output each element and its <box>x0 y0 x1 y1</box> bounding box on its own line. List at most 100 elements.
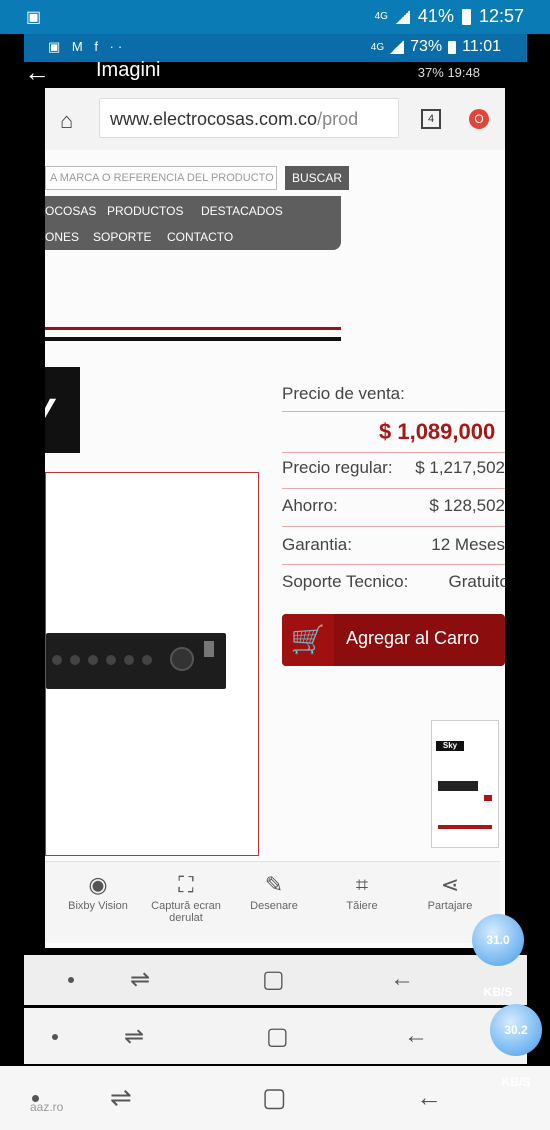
cap-label: Desenare <box>250 900 298 912</box>
home-icon[interactable]: ⌂ <box>60 108 73 134</box>
row-value: $ 128,502 <box>429 496 505 515</box>
nav-item-contacto[interactable]: CONTACTO <box>167 230 233 244</box>
network-speed-bubble[interactable]: 31.0 KB/S <box>472 914 524 999</box>
amplifier-image <box>46 633 226 689</box>
battery-percent: 41% <box>417 6 454 26</box>
outer-status-bar: ▣ 4G 41% 12:57 <box>0 0 550 34</box>
row-value: $ 1,217,502 <box>415 458 505 477</box>
divider <box>282 526 505 527</box>
draw-button[interactable]: ✎ Desenare <box>235 872 313 912</box>
home-button-icon[interactable]: ▢ <box>262 965 285 994</box>
sale-price-label: Precio de venta: <box>282 384 405 403</box>
cap-label: Tăiere <box>346 900 378 912</box>
screenshot-image: ⌂ www.electrocosas.com.co/prod 4 O A MAR… <box>45 88 505 948</box>
nav-item-productos[interactable]: PRODUCTOS <box>107 204 183 218</box>
network-type: 4G <box>370 41 385 53</box>
bixby-vision-button[interactable]: ◉ Bixby Vision <box>59 872 137 912</box>
home-button-icon[interactable]: ▢ <box>262 1082 287 1113</box>
row-label: Soporte Tecnico: <box>282 572 409 591</box>
row-label: Garantia: <box>282 535 352 554</box>
knob <box>88 655 98 665</box>
eye-icon: ◉ <box>88 872 108 897</box>
signal-icon <box>395 9 410 24</box>
navigation-bar-inner: ⇌ ▢ ← <box>24 955 527 1005</box>
divider-black <box>45 337 341 341</box>
thumb-line <box>438 825 492 829</box>
regular-price-row: Precio regular: $ 1,217,502 <box>282 458 505 482</box>
thumb-product <box>438 781 478 791</box>
home-button-icon[interactable]: ▢ <box>266 1022 289 1051</box>
divider <box>282 564 505 565</box>
savings-row: Ahorro: $ 128,502 <box>282 496 505 520</box>
address-bar[interactable]: www.electrocosas.com.co/prod <box>99 98 399 138</box>
add-to-cart-label: Agregar al Carro <box>346 628 480 648</box>
battery-icon <box>448 40 457 54</box>
navigation-bar-outer: ⇌ ▢ ← <box>0 1066 550 1130</box>
recent-apps-icon[interactable]: ⇌ <box>124 1022 144 1051</box>
cap-label: Partajare <box>427 900 473 912</box>
dot-icon <box>52 1034 58 1040</box>
network-type: 4G <box>374 11 388 22</box>
page-thumbnail[interactable]: Sky <box>431 720 499 848</box>
browser-menu-icon[interactable]: O <box>469 109 489 129</box>
knob <box>142 655 152 665</box>
share-icon: ⋖ <box>440 872 460 897</box>
nav-item-soporte[interactable]: SOPORTE <box>93 230 151 244</box>
clock: 12:57 <box>478 6 524 26</box>
site-nav: OCOSAS PRODUCTOS DESTACADOS ONES SOPORTE… <box>45 196 341 250</box>
recent-apps-icon[interactable]: ⇌ <box>110 1082 132 1113</box>
network-speed-bubble[interactable]: 30.2 KB/S <box>490 1004 542 1089</box>
divider <box>282 488 505 489</box>
back-arrow-icon[interactable]: ← <box>24 57 50 88</box>
notification-icons: ▣ M f ·· <box>48 39 127 54</box>
app-title: Imagini <box>96 59 161 81</box>
tabs-count-icon[interactable]: 4 <box>421 109 441 129</box>
row-value: 12 Meses <box>431 535 505 554</box>
url-path: /prod <box>317 109 359 129</box>
brand-logo: y <box>45 367 80 453</box>
crop-button[interactable]: ⌗ Tăiere <box>323 872 401 912</box>
back-icon[interactable]: ← <box>416 1082 442 1113</box>
battery-icon <box>461 8 471 25</box>
knob <box>106 655 116 665</box>
search-input[interactable]: A MARCA O REFERENCIA DEL PRODUCTO <box>45 166 277 190</box>
watermark: aaz.ro <box>30 1100 64 1114</box>
thumb-logo: Sky <box>436 741 464 751</box>
scroll-capture-icon: ⛶ <box>178 872 194 897</box>
gallery-app-bar: ← Imagini 37% 19:48 <box>0 55 550 87</box>
back-icon[interactable]: ← <box>390 965 414 993</box>
knob <box>124 655 134 665</box>
nav-item-ocosas[interactable]: OCOSAS <box>45 204 96 218</box>
support-row: Soporte Tecnico: Gratuito <box>282 572 505 596</box>
amp-display <box>204 641 214 657</box>
crop-icon: ⌗ <box>355 872 369 897</box>
knob <box>52 655 62 665</box>
divider <box>282 452 505 453</box>
sale-price-value: $ 1,089,000 <box>379 419 496 444</box>
share-button[interactable]: ⋖ Partajare <box>411 872 489 912</box>
product-image[interactable] <box>45 472 259 856</box>
search-button[interactable]: BUSCAR <box>285 166 349 190</box>
url-host: www.electrocosas.com.co <box>110 109 318 129</box>
row-label: Precio regular: <box>282 458 393 477</box>
clock: 19:48 <box>447 65 480 80</box>
scroll-capture-button[interactable]: ⛶ Captură ecran derulat <box>147 872 225 924</box>
nav-item-ones[interactable]: ONES <box>45 230 79 244</box>
thumb-button <box>484 795 492 801</box>
divider-red <box>45 327 341 330</box>
battery-percent: 73% <box>410 38 443 55</box>
dot-icon <box>68 977 74 983</box>
cart-icon: 🛒 <box>282 614 334 666</box>
cap-label: Bixby Vision <box>68 900 128 912</box>
pen-icon: ✎ <box>264 872 284 897</box>
clock: 11:01 <box>462 38 501 55</box>
add-to-cart-button[interactable]: 🛒 Agregar al Carro <box>282 614 505 666</box>
back-icon[interactable]: ← <box>404 1022 428 1050</box>
cap-label: Captură ecran derulat <box>151 900 221 924</box>
nav-item-destacados[interactable]: DESTACADOS <box>201 204 283 218</box>
nested-status: 37% 19:48 <box>418 65 480 80</box>
gallery-notification-icon: ▣ <box>26 9 42 26</box>
knob <box>70 655 80 665</box>
recent-apps-icon[interactable]: ⇌ <box>130 965 150 994</box>
signal-icon <box>390 40 405 54</box>
